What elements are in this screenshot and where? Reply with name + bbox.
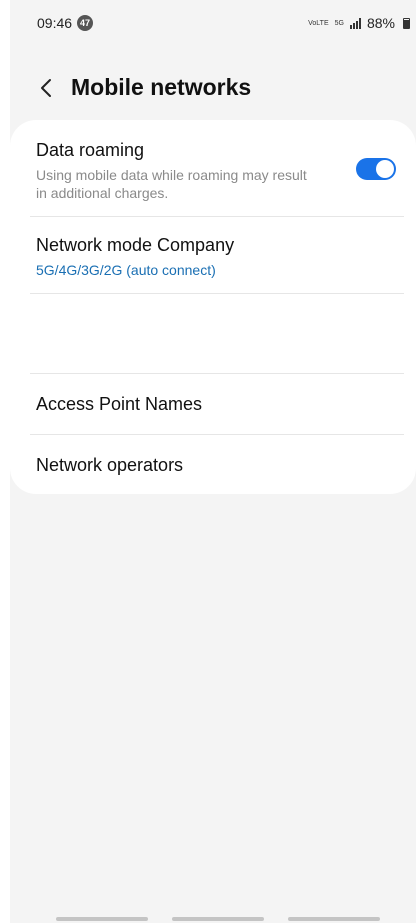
volte-label: VoLTE: [308, 19, 329, 27]
screen: 09:46 47 VoLTE 5G 88% Mobile networks Da…: [0, 0, 416, 923]
battery-percent: 88%: [366, 15, 395, 31]
network-mode-title: Network mode Company: [36, 235, 235, 255]
network-type-icon: 5G: [335, 20, 344, 27]
page-header: Mobile networks: [10, 70, 416, 106]
recent-apps-button[interactable]: [56, 917, 148, 921]
back-nav-button[interactable]: [288, 917, 380, 921]
volte-icon: VoLTE: [308, 20, 329, 27]
status-time-group: 09:46 47: [37, 15, 94, 31]
home-button[interactable]: [172, 917, 264, 921]
data-roaming-row[interactable]: Data roaming Using mobile data while roa…: [10, 120, 416, 216]
access-point-names-title: Access Point Names: [36, 394, 203, 414]
clock: 09:46: [37, 15, 73, 31]
data-roaming-title: Data roaming: [36, 140, 145, 160]
blank-placeholder: [10, 310, 344, 362]
network-operators-row[interactable]: Network operators: [10, 435, 416, 494]
divider: [30, 293, 404, 294]
access-point-names-row[interactable]: Access Point Names: [10, 374, 416, 434]
network-mode-row[interactable]: Network mode Company 5G/4G/3G/2G (auto c…: [10, 217, 416, 293]
network-mode-value: 5G/4G/3G/2G (auto connect): [36, 262, 216, 278]
back-button[interactable]: [34, 76, 58, 100]
signal-icon: [349, 17, 361, 29]
toggle-knob: [376, 160, 394, 178]
status-icons: VoLTE 5G 88%: [308, 15, 410, 31]
settings-card: Data roaming Using mobile data while roa…: [10, 120, 416, 494]
status-bar: 09:46 47 VoLTE 5G 88%: [10, 0, 416, 46]
network-type-label: 5G: [334, 19, 344, 27]
chevron-left-icon: [41, 79, 51, 97]
notification-count-badge: 47: [77, 15, 94, 31]
network-operators-title: Network operators: [36, 455, 184, 475]
data-roaming-description: Using mobile data while roaming may resu…: [36, 167, 307, 201]
battery-icon: [403, 17, 410, 29]
page-title: Mobile networks: [71, 74, 252, 100]
data-roaming-toggle[interactable]: [356, 158, 396, 180]
navigation-bar: [10, 914, 416, 923]
